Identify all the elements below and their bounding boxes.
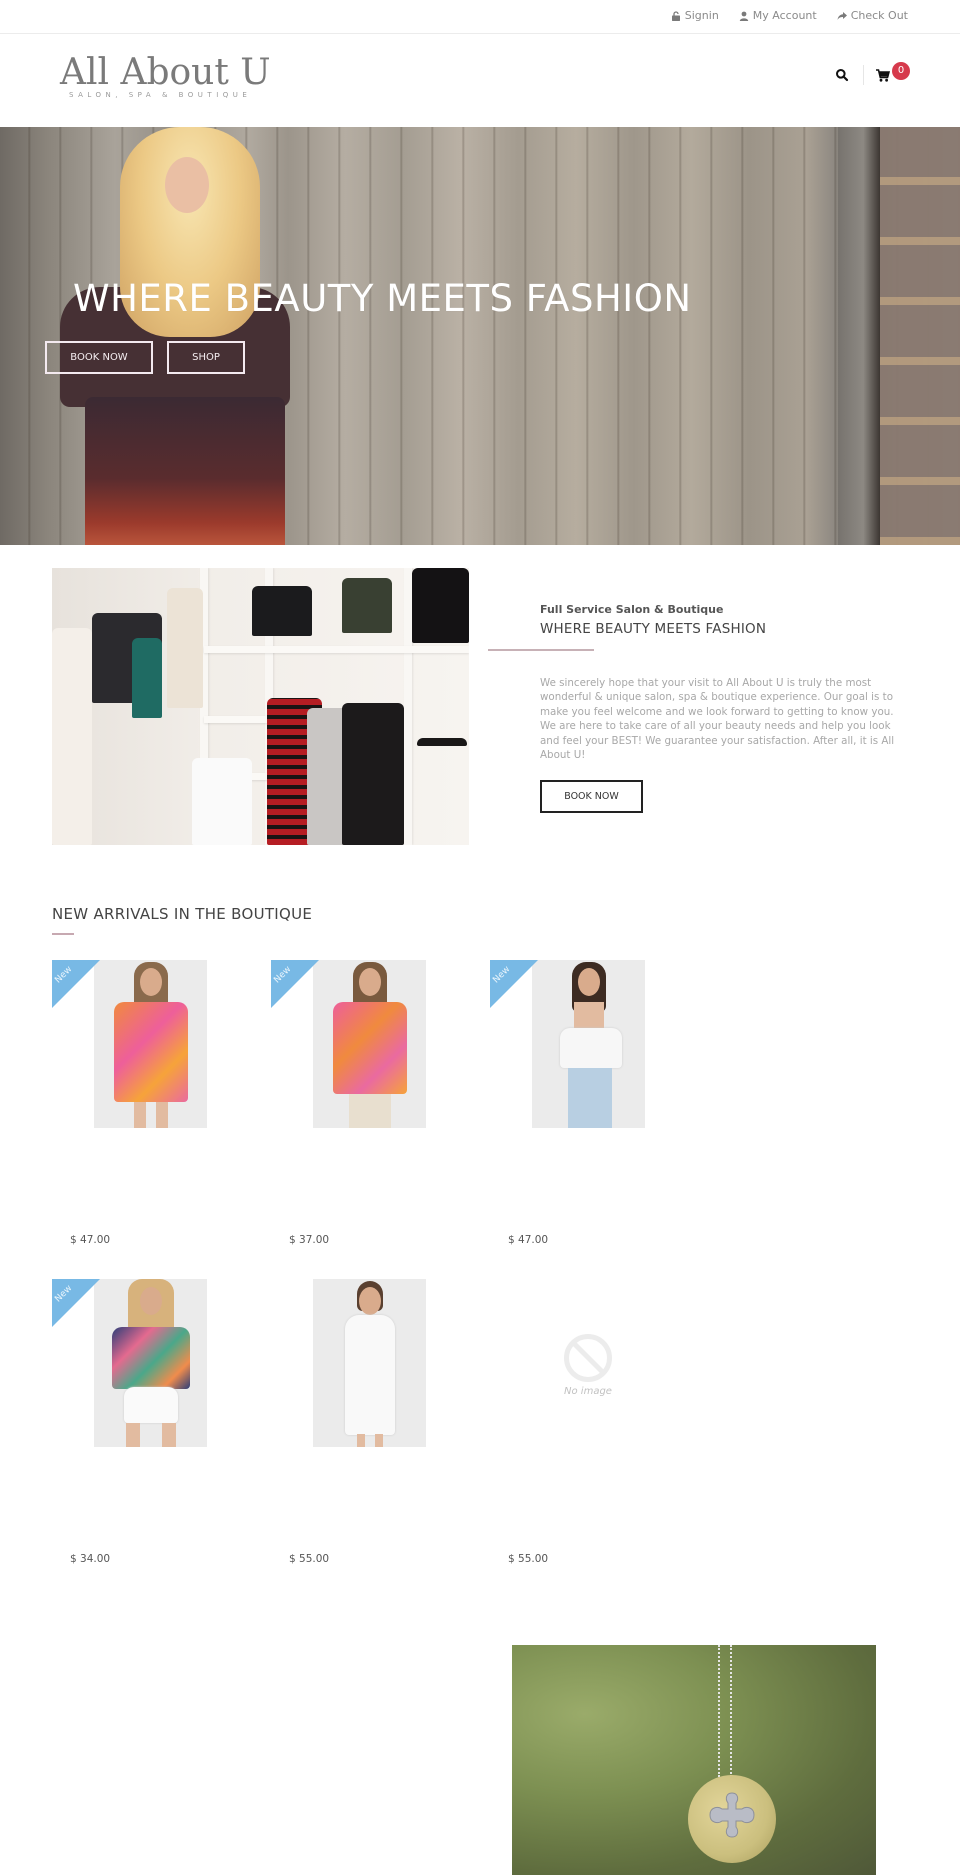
checkout-label: Check Out xyxy=(850,9,908,22)
hero-model-face xyxy=(165,157,209,213)
product-card[interactable]: No image $ 55.00 xyxy=(490,1279,690,1565)
product-price: $ 47.00 xyxy=(508,1234,549,1246)
necklace-chain xyxy=(718,1645,732,1777)
new-arrivals-title: NEW ARRIVALS IN THE BOUTIQUE xyxy=(52,905,313,923)
product-price: $ 37.00 xyxy=(289,1234,330,1246)
boutique-interior-image xyxy=(52,568,469,845)
about-book-now-button[interactable]: BOOK NOW xyxy=(540,780,643,813)
logo-tagline: SALON, SPA & BOUTIQUE xyxy=(69,91,252,99)
about-title: WHERE BEAUTY MEETS FASHION xyxy=(540,621,767,637)
no-image-placeholder[interactable]: No image xyxy=(558,1334,618,1397)
tools-divider xyxy=(863,65,864,85)
product-price: $ 55.00 xyxy=(508,1553,549,1565)
product-price: $ 47.00 xyxy=(70,1234,111,1246)
pendant-necklace-image xyxy=(512,1645,876,1875)
top-utility-bar: Signin My Account Check Out xyxy=(0,0,960,34)
cart-icon xyxy=(876,68,890,82)
hero-title: WHERE BEAUTY MEETS FASHION xyxy=(73,277,692,320)
product-card[interactable]: $ 55.00 xyxy=(271,1279,471,1565)
hero-model-skirt xyxy=(85,397,285,545)
no-image-label: No image xyxy=(564,1386,612,1397)
hero-banner: WHERE BEAUTY MEETS FASHION BOOK NOW SHOP xyxy=(0,127,960,545)
product-image[interactable] xyxy=(313,960,426,1128)
hero-post xyxy=(838,127,880,545)
my-account-label: My Account xyxy=(752,9,817,22)
product-card[interactable]: New $ 47.00 xyxy=(52,960,252,1246)
product-image[interactable] xyxy=(313,1279,426,1447)
hero-book-now-button[interactable]: BOOK NOW xyxy=(45,341,153,374)
signin-label: Signin xyxy=(684,9,719,22)
product-image[interactable] xyxy=(94,1279,207,1447)
header-tools: 0 xyxy=(835,62,910,85)
account-links: Signin My Account Check Out xyxy=(671,9,908,22)
user-icon xyxy=(739,11,748,21)
signin-link[interactable]: Signin xyxy=(671,9,719,22)
about-kicker: Full Service Salon & Boutique xyxy=(540,603,724,616)
site-logo[interactable]: All About U SALON, SPA & BOUTIQUE xyxy=(60,52,271,100)
product-card[interactable]: New $ 47.00 xyxy=(490,960,690,1246)
cross-charm-icon xyxy=(709,1792,755,1838)
hero-brick-wall xyxy=(880,127,960,545)
hero-shop-button[interactable]: SHOP xyxy=(167,341,245,374)
product-price: $ 55.00 xyxy=(289,1553,330,1565)
lock-icon xyxy=(671,10,680,21)
about-body-text: We sincerely hope that your visit to All… xyxy=(540,677,895,762)
about-heading-block: Full Service Salon & Boutique WHERE BEAU… xyxy=(540,603,910,637)
product-image[interactable] xyxy=(532,960,645,1128)
cart-count-badge: 0 xyxy=(892,62,910,80)
product-image[interactable] xyxy=(94,960,207,1128)
share-arrow-icon xyxy=(837,11,847,20)
checkout-link[interactable]: Check Out xyxy=(837,9,908,22)
about-divider xyxy=(488,649,594,651)
no-image-icon xyxy=(564,1334,612,1382)
product-card[interactable]: New $ 37.00 xyxy=(271,960,471,1246)
new-arrivals-divider xyxy=(52,933,74,935)
logo-name: All About U xyxy=(60,52,271,93)
product-card[interactable]: New $ 34.00 xyxy=(52,1279,252,1565)
site-header: All About U SALON, SPA & BOUTIQUE 0 xyxy=(0,35,960,127)
my-account-link[interactable]: My Account xyxy=(739,9,817,22)
product-price: $ 34.00 xyxy=(70,1553,111,1565)
cart-button[interactable]: 0 xyxy=(876,62,910,82)
search-icon[interactable] xyxy=(835,68,849,82)
